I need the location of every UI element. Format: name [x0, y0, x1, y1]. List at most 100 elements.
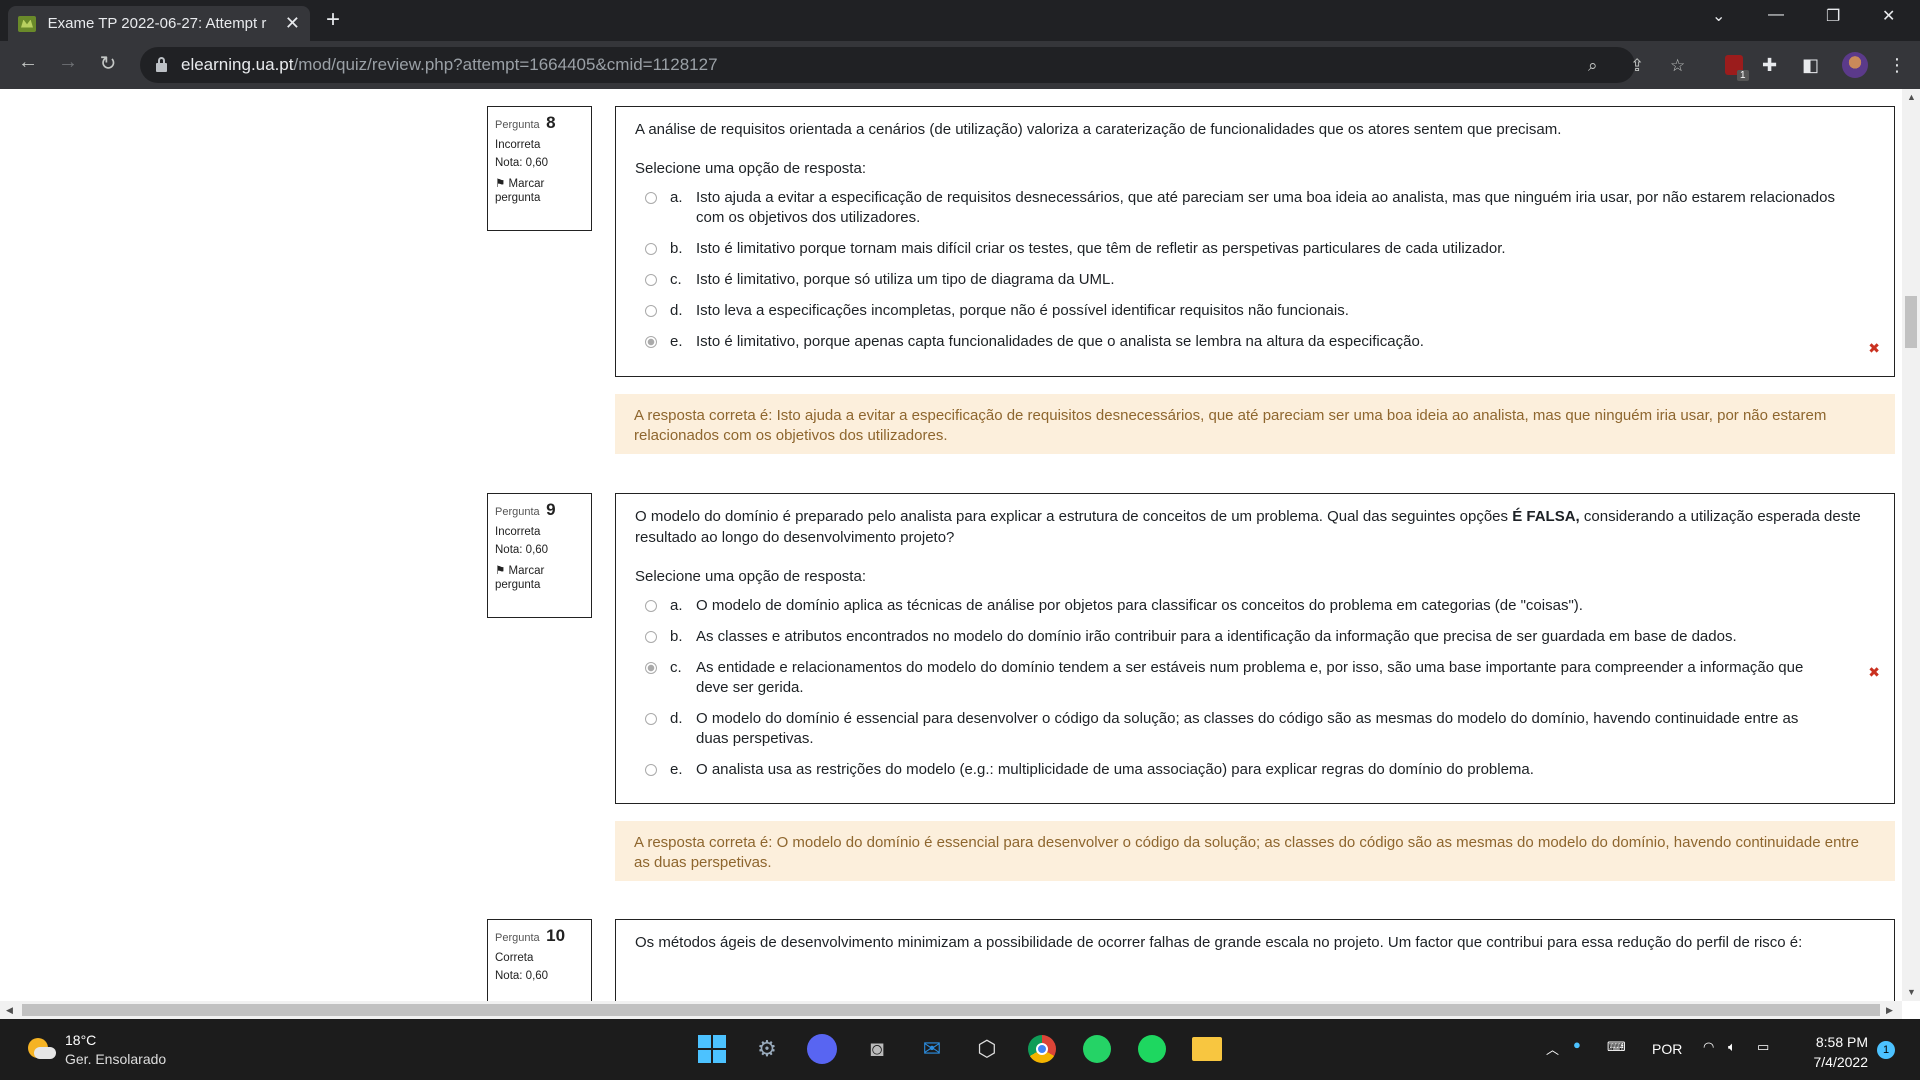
radio-button[interactable] [645, 192, 657, 204]
reload-icon[interactable]: ↻ [94, 51, 122, 76]
scroll-down-arrow-icon[interactable]: ▼ [1907, 987, 1916, 997]
flag-question-link[interactable]: ⚑ Marcar pergunta [495, 177, 584, 206]
question-text: A análise de requisitos orientada a cená… [635, 121, 1562, 138]
radio-button[interactable] [645, 274, 657, 286]
browser-toolbar: ← → ↻ elearning.ua.pt/mod/quiz/review.ph… [0, 41, 1920, 89]
extension-badge: 1 [1737, 70, 1749, 81]
question-box-10: Os métodos ágeis de desenvolvimento mini… [615, 919, 1895, 1001]
volume-icon[interactable]: 🔈︎ [1728, 1039, 1736, 1055]
radio-button[interactable] [645, 764, 657, 776]
restore-button[interactable]: ❐ [1826, 6, 1840, 26]
answer-option-b[interactable]: b. Isto é limitativo porque tornam mais d… [635, 239, 1875, 259]
scroll-right-arrow-icon[interactable]: ▶ [1886, 1005, 1893, 1016]
camera-icon[interactable]: ◙ [860, 1032, 894, 1066]
weather-sun-cloud-icon[interactable] [28, 1038, 56, 1060]
bookmark-star-icon[interactable]: ☆ [1670, 56, 1685, 76]
radio-button[interactable] [645, 713, 657, 725]
tab-title: Exame TP 2022-06-27: Attempt r [47, 15, 267, 32]
scroll-up-arrow-icon[interactable]: ▲ [1907, 92, 1916, 102]
question-info-9: Pergunta 9 Incorreta Nota: 0,60 ⚑ Marcar… [487, 493, 592, 618]
horizontal-scroll-thumb[interactable] [22, 1004, 1880, 1016]
tray-overflow-chevron-icon[interactable]: ︿ [1546, 1039, 1559, 1058]
menu-kebab-icon[interactable]: ⋮ [1888, 55, 1906, 76]
answer-option-c[interactable]: c. Isto é limitativo, porque só utiliza u… [635, 270, 1875, 290]
radio-button[interactable] [645, 305, 657, 317]
question-label: Pergunta [495, 119, 540, 131]
address-bar[interactable]: elearning.ua.pt/mod/quiz/review.php?atte… [140, 47, 1685, 83]
horizontal-scrollbar[interactable]: ◀ ▶ [0, 1001, 1902, 1019]
question-label: Pergunta [495, 932, 540, 944]
question-status: Incorreta [495, 139, 541, 151]
incorrect-cross-icon: ✖ [1868, 340, 1880, 356]
flag-icon: ⚑ [495, 178, 506, 190]
extensions-puzzle-icon[interactable]: ✚ [1762, 55, 1777, 76]
answer-option-e[interactable]: e. Isto é limitativo, porque apenas capta… [635, 332, 1880, 356]
answer-option-d[interactable]: d. Isto leva a especificações incompletas… [635, 301, 1875, 321]
answer-option-b[interactable]: b. As classes e atributos encontrados no … [635, 627, 1875, 647]
question-text: O modelo do domínio é preparado pelo ana… [635, 508, 1861, 546]
keyboard-icon[interactable]: ⌨ [1607, 1039, 1626, 1055]
radio-button[interactable] [645, 243, 657, 255]
chrome-icon[interactable] [1025, 1032, 1059, 1066]
mail-icon[interactable]: ✉ [915, 1032, 949, 1066]
quiz-review-page: Pergunta 8 Incorreta Nota: 0,60 ⚑ Marcar… [0, 89, 1900, 1001]
question-info-8: Pergunta 8 Incorreta Nota: 0,60 ⚑ Marcar… [487, 106, 592, 231]
battery-icon[interactable]: ▭ [1757, 1039, 1769, 1055]
question-status: Incorreta [495, 526, 541, 538]
side-panel-icon[interactable]: ◧ [1802, 55, 1819, 76]
profile-avatar[interactable] [1842, 52, 1868, 78]
weather-description[interactable]: Ger. Ensolarado [65, 1051, 166, 1067]
lock-icon [156, 56, 167, 72]
flag-icon: ⚑ [495, 565, 506, 577]
question-number: 10 [546, 926, 566, 945]
vertical-scroll-thumb[interactable] [1905, 296, 1917, 348]
minimize-button[interactable]: — [1768, 6, 1784, 24]
forward-arrow-icon[interactable]: → [54, 51, 82, 74]
new-tab-button[interactable]: + [326, 6, 340, 34]
back-arrow-icon[interactable]: ← [14, 51, 42, 74]
share-icon[interactable]: ⇪ [1630, 56, 1644, 76]
radio-button-selected[interactable] [645, 336, 657, 348]
question-grade: Nota: 0,60 [495, 544, 549, 556]
file-explorer-icon[interactable] [1190, 1032, 1224, 1066]
question-number: 8 [546, 113, 556, 132]
radio-button[interactable] [645, 631, 657, 643]
windows-taskbar: 18°C Ger. Ensolarado ⚙ ◙ ✉ ⬡ ︿ ● ⌨ POR ◠… [0, 1019, 1920, 1080]
url-path: /mod/quiz/review.php?attempt=1664405&cmi… [293, 55, 718, 74]
question-status: Correta [495, 952, 534, 964]
browser-tab[interactable]: Exame TP 2022-06-27: Attempt r ✕ [8, 6, 310, 41]
incorrect-cross-icon: ✖ [1868, 664, 1880, 680]
3d-cube-icon[interactable]: ⬡ [970, 1032, 1004, 1066]
question-text: Os métodos ágeis de desenvolvimento mini… [635, 934, 1803, 951]
answer-option-d[interactable]: d. O modelo do domínio é essencial para d… [635, 709, 1875, 749]
discord-icon[interactable] [805, 1032, 839, 1066]
scroll-left-arrow-icon[interactable]: ◀ [6, 1005, 13, 1016]
system-clock[interactable]: 8:58 PM 7/4/2022 [1800, 1032, 1869, 1072]
question-box-8: A análise de requisitos orientada a cená… [615, 106, 1895, 377]
flag-question-link[interactable]: ⚑ Marcar pergunta [495, 564, 584, 593]
settings-gear-icon[interactable]: ⚙ [750, 1032, 784, 1066]
tab-search-chevron-icon[interactable]: ⌄ [1712, 6, 1725, 26]
close-tab-icon[interactable]: ✕ [285, 13, 300, 34]
windows-start-icon[interactable] [695, 1032, 729, 1066]
close-window-button[interactable]: ✕ [1882, 6, 1895, 26]
language-indicator[interactable]: POR [1652, 1041, 1682, 1057]
answer-prompt: Selecione uma opção de resposta: [635, 568, 866, 585]
wifi-icon[interactable]: ◠ [1703, 1039, 1714, 1055]
url-host: elearning.ua.pt [181, 55, 294, 74]
answer-option-e[interactable]: e. O analista usa as restrições do modelo… [635, 760, 1875, 780]
zoom-icon[interactable]: ⌕ [1588, 56, 1598, 76]
notification-badge[interactable]: 1 [1877, 1041, 1895, 1059]
answer-option-c[interactable]: c. As entidade e relacionamentos do model… [635, 658, 1880, 698]
vertical-scrollbar[interactable]: ▲ ▼ [1902, 89, 1920, 1001]
answer-option-a[interactable]: a. O modelo de domínio aplica as técnicas… [635, 596, 1875, 616]
question-label: Pergunta [495, 506, 540, 518]
radio-button[interactable] [645, 600, 657, 612]
answer-option-a[interactable]: a. Isto ajuda a evitar a especificação de… [635, 188, 1875, 228]
onedrive-icon[interactable]: ● [1573, 1037, 1581, 1052]
whatsapp-icon[interactable] [1080, 1032, 1114, 1066]
radio-button-selected[interactable] [645, 662, 657, 674]
spotify-icon[interactable] [1135, 1032, 1169, 1066]
moodle-favicon-icon [18, 15, 36, 32]
weather-temperature[interactable]: 18°C [65, 1032, 96, 1048]
